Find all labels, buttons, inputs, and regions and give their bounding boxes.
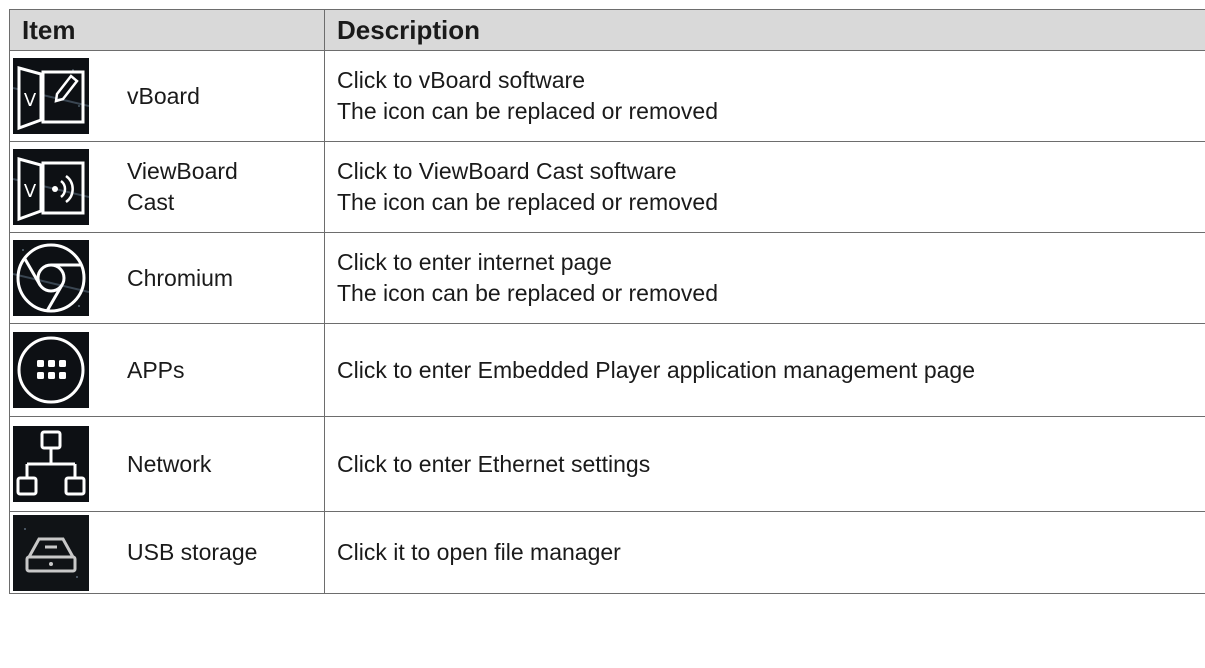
table-row: V ViewBoard Cast Click to ViewBoard Cast… <box>9 141 1205 233</box>
item-cell: APPs <box>9 323 325 417</box>
table-header-row: Item Description <box>9 9 1205 51</box>
svg-text:V: V <box>24 90 37 111</box>
description-cell: Click to ViewBoard Cast software The ico… <box>324 141 1205 233</box>
feature-table: Item Description V vBoard Click to vBoar… <box>9 9 1205 594</box>
item-cell: Chromium <box>9 232 325 324</box>
description-cell: Click to enter Embedded Player applicati… <box>324 323 1205 417</box>
chromium-icon <box>13 240 89 316</box>
table-row: V vBoard Click to vBoard software The ic… <box>9 50 1205 142</box>
column-header-description: Description <box>324 9 1205 51</box>
vboard-icon: V <box>13 58 89 134</box>
table-row: Chromium Click to enter internet page Th… <box>9 232 1205 324</box>
item-label: ViewBoard Cast <box>127 158 238 215</box>
item-label: Chromium <box>127 264 234 291</box>
description-cell: Click to vBoard software The icon can be… <box>324 50 1205 142</box>
item-label: vBoard <box>127 82 200 109</box>
item-label: USB storage <box>127 539 258 565</box>
description-cell: Click to enter internet page The icon ca… <box>324 232 1205 324</box>
description-cell: Click to enter Ethernet settings <box>324 416 1205 512</box>
item-cell: V ViewBoard Cast <box>9 141 325 233</box>
column-header-item: Item <box>9 9 325 51</box>
table-row: APPs Click to enter Embedded Player appl… <box>9 323 1205 417</box>
network-icon <box>13 426 89 502</box>
usb-storage-icon <box>13 514 89 591</box>
apps-icon <box>13 332 89 408</box>
viewboard-cast-icon: V <box>13 149 89 225</box>
svg-text:V: V <box>24 181 37 202</box>
item-label: APPs <box>127 356 185 383</box>
table-row: USB storage Click it to open file manage… <box>9 511 1205 594</box>
table-row: Network Click to enter Ethernet settings <box>9 416 1205 512</box>
description-cell: Click it to open file manager <box>324 511 1205 594</box>
item-label: Network <box>127 450 212 477</box>
item-cell: USB storage <box>9 511 325 594</box>
item-cell: V vBoard <box>9 50 325 142</box>
item-cell: Network <box>9 416 325 512</box>
